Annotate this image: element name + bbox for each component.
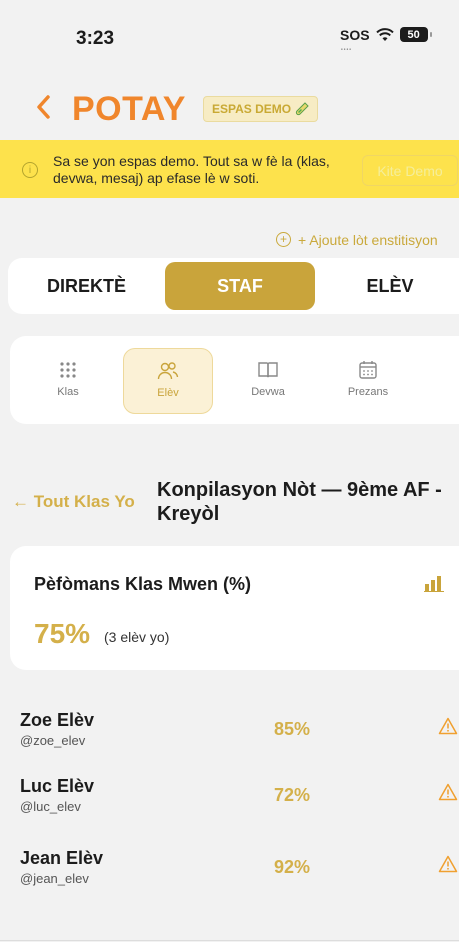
grid-dots-icon <box>60 362 76 378</box>
student-grade: 92% <box>274 857 311 877</box>
student-handle: @luc_elev <box>20 799 81 814</box>
student-count: (3 elèv yo) <box>104 629 170 645</box>
tab-klas[interactable]: Klas <box>23 348 113 414</box>
app-header: POTAY ESPAS DEMO <box>0 90 459 130</box>
info-icon: i <box>22 162 38 178</box>
warning-icon[interactable] <box>438 855 458 873</box>
add-institution-label: + Ajoute lòt enstitisyon <box>298 232 438 248</box>
test-tube-icon <box>296 102 309 116</box>
wifi-icon <box>375 27 394 41</box>
exit-demo-button[interactable]: Kite Demo <box>362 155 458 186</box>
banner-text: Sa se yon espas demo. Tout sa w fè la (k… <box>53 153 330 186</box>
plus-circle-icon: + <box>276 232 291 247</box>
users-icon <box>157 362 179 380</box>
student-handle: @jean_elev <box>20 871 89 886</box>
class-title: Konpilasyon Nòt — 9ème AF - Kreyòl <box>157 479 442 525</box>
tab-devwa[interactable]: Devwa <box>223 348 313 414</box>
tab-elev[interactable]: ELÈV <box>315 258 459 314</box>
student-grade: 72% <box>274 785 311 805</box>
bar-chart-icon[interactable] <box>424 574 444 592</box>
demo-badge: ESPAS DEMO <box>203 96 319 122</box>
section-tabs: Klas Elèv Devwa Prezans <box>10 336 459 424</box>
tab-klas-label: Klas <box>57 386 79 398</box>
performance-card: Pèfòmans Klas Mwen (%) 75% (3 elèv yo) <box>10 546 459 670</box>
tab-prezans-label: Prezans <box>347 386 389 398</box>
class-header: ← Tout Klas Yo Konpilasyon Nòt — 9ème AF… <box>0 474 459 534</box>
tab-devwa-label: Devwa <box>251 386 285 398</box>
warning-icon[interactable] <box>438 717 458 735</box>
student-name: Zoe Elèv <box>20 710 95 730</box>
back-to-classes-link[interactable]: ← Tout Klas Yo <box>12 492 135 512</box>
tab-elev-list[interactable]: Elèv <box>123 348 213 414</box>
student-row[interactable]: Jean Elèv @jean_elev 92% <box>0 848 459 900</box>
tab-elev-list-label: Elèv <box>157 387 179 399</box>
tab-prezans[interactable]: Prezans <box>323 348 413 414</box>
student-row[interactable]: Luc Elèv @luc_elev 72% <box>0 776 459 828</box>
student-name: Jean Elèv <box>20 848 104 868</box>
student-name: Luc Elèv <box>20 776 95 796</box>
role-tabs: DIREKTÈ STAF ELÈV <box>8 258 459 314</box>
book-icon <box>258 362 278 378</box>
app-title: POTAY <box>72 90 186 128</box>
chevron-left-icon[interactable] <box>34 92 52 130</box>
battery-icon: 50 <box>399 27 432 42</box>
student-handle: @zoe_elev <box>20 733 86 748</box>
status-bar: 3:23 SOS •••• 50 <box>0 0 459 80</box>
tab-staf[interactable]: STAF <box>165 262 315 310</box>
calendar-icon <box>359 361 377 379</box>
demo-badge-label: ESPAS DEMO <box>212 102 292 116</box>
student-row[interactable]: Zoe Elèv @zoe_elev 85% <box>0 710 459 762</box>
sos-indicator: SOS •••• <box>340 26 370 53</box>
performance-title: Pèfòmans Klas Mwen (%) <box>34 574 252 594</box>
warning-icon[interactable] <box>438 783 458 801</box>
student-grade: 85% <box>274 719 311 739</box>
status-icons: SOS •••• 50 <box>340 26 432 53</box>
bottom-divider <box>0 940 459 941</box>
status-time: 3:23 <box>76 28 115 49</box>
add-institution-link[interactable]: + + Ajoute lòt enstitisyon <box>0 231 459 249</box>
tab-direkte[interactable]: DIREKTÈ <box>8 258 165 314</box>
performance-value: 75% <box>34 618 91 649</box>
